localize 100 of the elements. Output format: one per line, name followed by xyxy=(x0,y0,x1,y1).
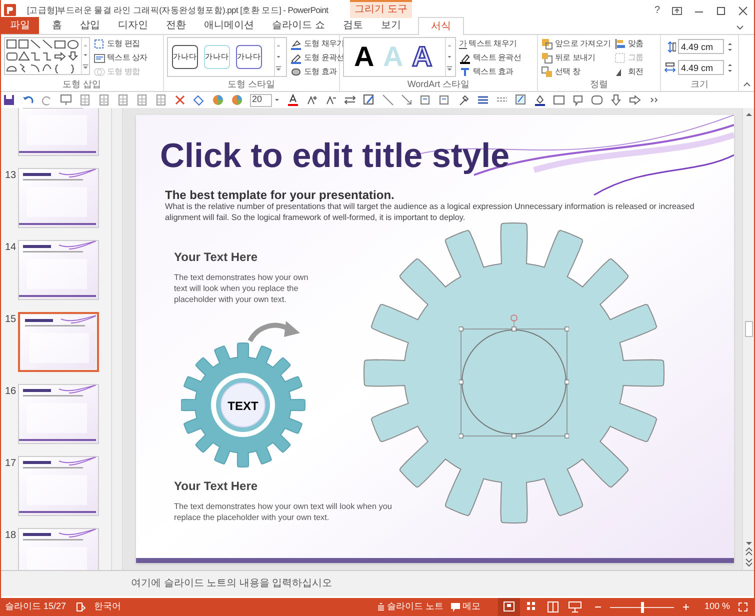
table-icon[interactable] xyxy=(79,94,91,106)
size-field[interactable]: 4.49 cm xyxy=(678,39,724,54)
command-icon xyxy=(541,38,553,50)
width-icon xyxy=(664,62,676,74)
text-box-icon[interactable] xyxy=(420,94,432,106)
ribbon-options-icon[interactable] xyxy=(736,23,744,31)
group-label: 크기 xyxy=(690,79,710,91)
color-wheel-icon[interactable] xyxy=(212,94,224,106)
collapse-ribbon-icon[interactable] xyxy=(743,80,751,88)
normal-view-icon[interactable] xyxy=(498,598,520,616)
gallery-scroll-icon[interactable] xyxy=(445,38,453,76)
ribbon-command[interactable]: 도형 윤곽선 xyxy=(290,51,344,65)
zoom-slider-thumb[interactable] xyxy=(640,602,644,612)
ribbon-tab[interactable]: 홈 xyxy=(43,17,71,34)
gallery-scroll-icon[interactable] xyxy=(81,38,89,74)
fill-icon[interactable] xyxy=(534,94,546,106)
font-color-icon[interactable] xyxy=(287,94,299,106)
group-label: WordArt 스타일 xyxy=(406,79,471,91)
presenter-icon[interactable] xyxy=(60,94,72,106)
ribbon-command[interactable]: 텍스트 상자 xyxy=(93,51,148,65)
selection-handles-drawing[interactable] xyxy=(459,314,569,440)
ribbon-tab[interactable]: 디자인 xyxy=(109,17,157,34)
shapes-gallery-drawing[interactable] xyxy=(5,38,81,74)
spinner-icon[interactable] xyxy=(726,40,734,52)
block-text: The text demonstrates how your own text will look when you replace the placeholder with your own text. xyxy=(174,501,393,523)
ribbon-tab[interactable]: 전환 xyxy=(157,17,195,34)
comment-icon xyxy=(451,602,460,612)
ribbon-tab[interactable]: 검토 xyxy=(334,17,372,34)
scroll-buttons-icon[interactable] xyxy=(744,540,752,568)
shape-icon[interactable] xyxy=(193,94,205,106)
wordart-preset[interactable]: A xyxy=(354,43,374,71)
table-icon[interactable] xyxy=(98,94,110,106)
swap-icon[interactable] xyxy=(344,94,356,106)
zoom-in-icon[interactable] xyxy=(682,603,690,611)
dropdown-icon[interactable] xyxy=(274,97,280,103)
table-icon[interactable] xyxy=(117,94,129,106)
group-label: 도형 스타일 xyxy=(226,79,276,91)
fit-to-window-icon[interactable] xyxy=(738,602,748,612)
ribbon-command[interactable]: 텍스트 효과 xyxy=(459,65,522,79)
maximize-icon[interactable] xyxy=(716,6,726,16)
shrink-font-icon[interactable] xyxy=(325,94,337,106)
color-wheel-icon[interactable] xyxy=(231,94,243,106)
size-field[interactable]: 4.49 cm xyxy=(678,60,724,75)
ribbon-command[interactable]: 뒤로 보내기 xyxy=(541,51,611,65)
arrow-line-icon[interactable] xyxy=(401,94,413,106)
outline-icon[interactable] xyxy=(515,94,527,106)
ribbon-tab[interactable]: 보기 xyxy=(372,17,410,34)
edit-shape-icon[interactable] xyxy=(363,94,375,106)
gallery-scroll-icon[interactable] xyxy=(274,38,282,76)
file-tab[interactable]: 파일 xyxy=(1,17,39,34)
ribbon-command[interactable]: 텍스트 윤곽선 xyxy=(459,51,522,65)
slide-title: Click to edit title style xyxy=(160,136,510,177)
ribbon-tab[interactable]: 애니메이션 xyxy=(195,17,263,34)
table-icon[interactable] xyxy=(136,94,148,106)
slide-subtitle: The best template for your presentation. xyxy=(165,187,394,203)
block-heading: Your Text Here xyxy=(174,478,259,495)
redo-icon[interactable] xyxy=(41,94,53,106)
ribbon-command[interactable]: 도형 효과 xyxy=(290,65,344,79)
eyedropper-icon[interactable] xyxy=(458,94,470,106)
ribbon-command[interactable]: 회전 xyxy=(614,65,644,79)
language-indicator[interactable]: 한국어 xyxy=(94,600,122,614)
notes-button[interactable]: 슬라이드 노트 xyxy=(376,600,444,614)
ribbon-tab[interactable]: 삽입 xyxy=(71,17,109,34)
spinner-icon[interactable] xyxy=(726,62,734,74)
slide-number: 17 xyxy=(4,457,18,471)
rounded-rectangle-icon[interactable] xyxy=(591,94,603,106)
save-icon[interactable] xyxy=(3,94,15,106)
ribbon-command[interactable]: 도형 채우기 xyxy=(290,37,344,51)
ribbon-tab[interactable]: 서식 xyxy=(418,17,464,35)
down-arrow-icon[interactable] xyxy=(610,94,622,106)
ribbon-command[interactable]: 앞으로 가져오기 xyxy=(541,37,611,51)
notes-placeholder[interactable]: 여기에 슬라이드 노트의 내용을 입력하십시오 xyxy=(131,576,332,591)
ribbon-display-icon[interactable] xyxy=(672,6,682,16)
right-arrow-icon[interactable] xyxy=(629,94,641,106)
help-button[interactable]: ? xyxy=(654,3,660,18)
command-icon xyxy=(93,52,105,64)
ribbon-command[interactable]: 맞춤 xyxy=(614,37,644,51)
close-icon[interactable] xyxy=(738,6,748,16)
block-heading: Your Text Here xyxy=(174,249,259,266)
callout-icon[interactable] xyxy=(572,94,584,106)
rectangle-icon[interactable] xyxy=(553,94,565,106)
zoom-percentage[interactable]: 100 % xyxy=(704,600,730,614)
line-weight-icon[interactable] xyxy=(477,94,489,106)
comments-button[interactable]: 메모 xyxy=(451,600,480,614)
delete-icon[interactable] xyxy=(174,94,186,106)
spelling-icon[interactable] xyxy=(76,602,86,612)
ribbon-command[interactable]: 가 텍스트 채우기 xyxy=(459,37,522,51)
scroll-up-icon[interactable] xyxy=(744,110,752,118)
undo-icon[interactable] xyxy=(22,94,34,106)
grow-font-icon[interactable] xyxy=(306,94,318,106)
slide-counter: 슬라이드 15/27 xyxy=(5,600,66,614)
ribbon-command[interactable]: 도형 편집 xyxy=(93,37,148,51)
text-box-icon[interactable] xyxy=(439,94,451,106)
slide-number: 14 xyxy=(4,241,18,255)
font-size-field[interactable]: 20 xyxy=(250,94,272,106)
ribbon-tab[interactable]: 슬라이드 쇼 xyxy=(263,17,334,34)
table-icon[interactable] xyxy=(155,94,167,106)
ribbon-command[interactable]: 선택 창 xyxy=(541,65,611,79)
line-icon[interactable] xyxy=(382,94,394,106)
scrollbar-thumb[interactable] xyxy=(744,321,752,337)
